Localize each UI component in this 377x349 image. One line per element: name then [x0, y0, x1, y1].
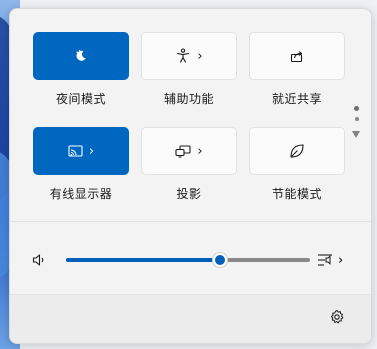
tile-label: 节能模式 — [271, 187, 322, 201]
tile-label: 有线显示器 — [49, 187, 113, 201]
page-dot-current[interactable] — [354, 106, 359, 111]
chevron-right-icon: › — [338, 252, 344, 268]
tile-energy-saver[interactable] — [249, 127, 345, 175]
volume-slider[interactable] — [66, 252, 310, 268]
night-light-icon — [76, 50, 86, 61]
tile-label: 辅助功能 — [163, 92, 214, 106]
volume-slider-fill — [66, 258, 220, 262]
divider — [10, 221, 371, 222]
tile-label: 夜间模式 — [55, 92, 106, 106]
tile-night-light[interactable] — [33, 32, 129, 80]
chevron-right-icon: › — [88, 143, 95, 159]
chevron-right-icon: › — [197, 143, 203, 159]
quick-settings-tiles: 夜间模式 › 辅助功能 就近共享 › 有线显示器 › 投影 节能模式 — [10, 9, 371, 221]
page-indicator — [352, 106, 362, 146]
speaker-icon[interactable] — [32, 252, 48, 268]
chevron-right-icon: › — [197, 48, 203, 64]
tile-nearby-share[interactable] — [249, 32, 345, 80]
tile-project[interactable]: › — [141, 127, 237, 175]
quick-settings-panel: 夜间模式 › 辅助功能 就近共享 › 有线显示器 › 投影 节能模式 › — [9, 8, 372, 344]
tile-label: 就近共享 — [271, 92, 322, 106]
project-icon — [175, 144, 191, 158]
footer-bar — [10, 295, 371, 343]
volume-slider-thumb[interactable] — [211, 252, 228, 268]
next-page-arrow-icon[interactable] — [352, 131, 360, 138]
energy-saver-icon — [290, 144, 304, 158]
cast-icon — [68, 144, 83, 157]
sound-output-icon — [318, 254, 332, 266]
accessibility-icon — [177, 48, 190, 63]
nearby-share-icon — [290, 51, 303, 63]
sound-output-button[interactable]: › — [316, 251, 343, 269]
tile-label: 投影 — [176, 187, 202, 201]
tile-cast[interactable]: › — [33, 127, 129, 175]
gear-icon[interactable] — [329, 309, 345, 325]
tile-accessibility[interactable]: › — [141, 32, 237, 80]
page-dot[interactable] — [355, 117, 359, 121]
